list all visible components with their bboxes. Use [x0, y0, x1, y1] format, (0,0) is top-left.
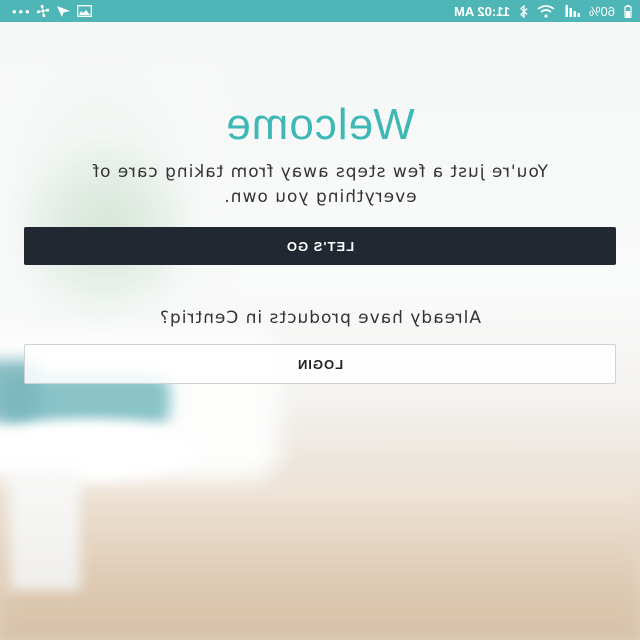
bluetooth-icon — [519, 4, 528, 18]
fan-icon — [36, 4, 50, 18]
signal-icon — [564, 5, 580, 17]
navigation-icon — [56, 5, 71, 18]
login-prompt: Already have products in Centriq? — [158, 308, 482, 328]
clock: 11:02 AM — [454, 3, 510, 19]
status-right: ••• — [10, 0, 92, 22]
lets-go-button[interactable]: LET'S GO — [24, 227, 616, 265]
wifi-icon — [537, 4, 555, 18]
app-screen: 60% 11:02 AM ••• Welcome You're just a f… — [0, 0, 640, 640]
login-label: LOGIN — [296, 356, 344, 372]
battery-icon — [624, 4, 632, 18]
more-icon: ••• — [10, 3, 30, 19]
status-left: 60% 11:02 AM — [454, 0, 632, 22]
login-button[interactable]: LOGIN — [24, 344, 616, 384]
image-icon — [76, 5, 92, 17]
lets-go-label: LET'S GO — [285, 238, 355, 254]
welcome-title: Welcome — [225, 100, 415, 149]
status-bar: 60% 11:02 AM ••• — [0, 0, 640, 22]
welcome-subtitle: You're just a few steps away from taking… — [92, 162, 548, 207]
battery-percent: 60% — [588, 3, 615, 19]
